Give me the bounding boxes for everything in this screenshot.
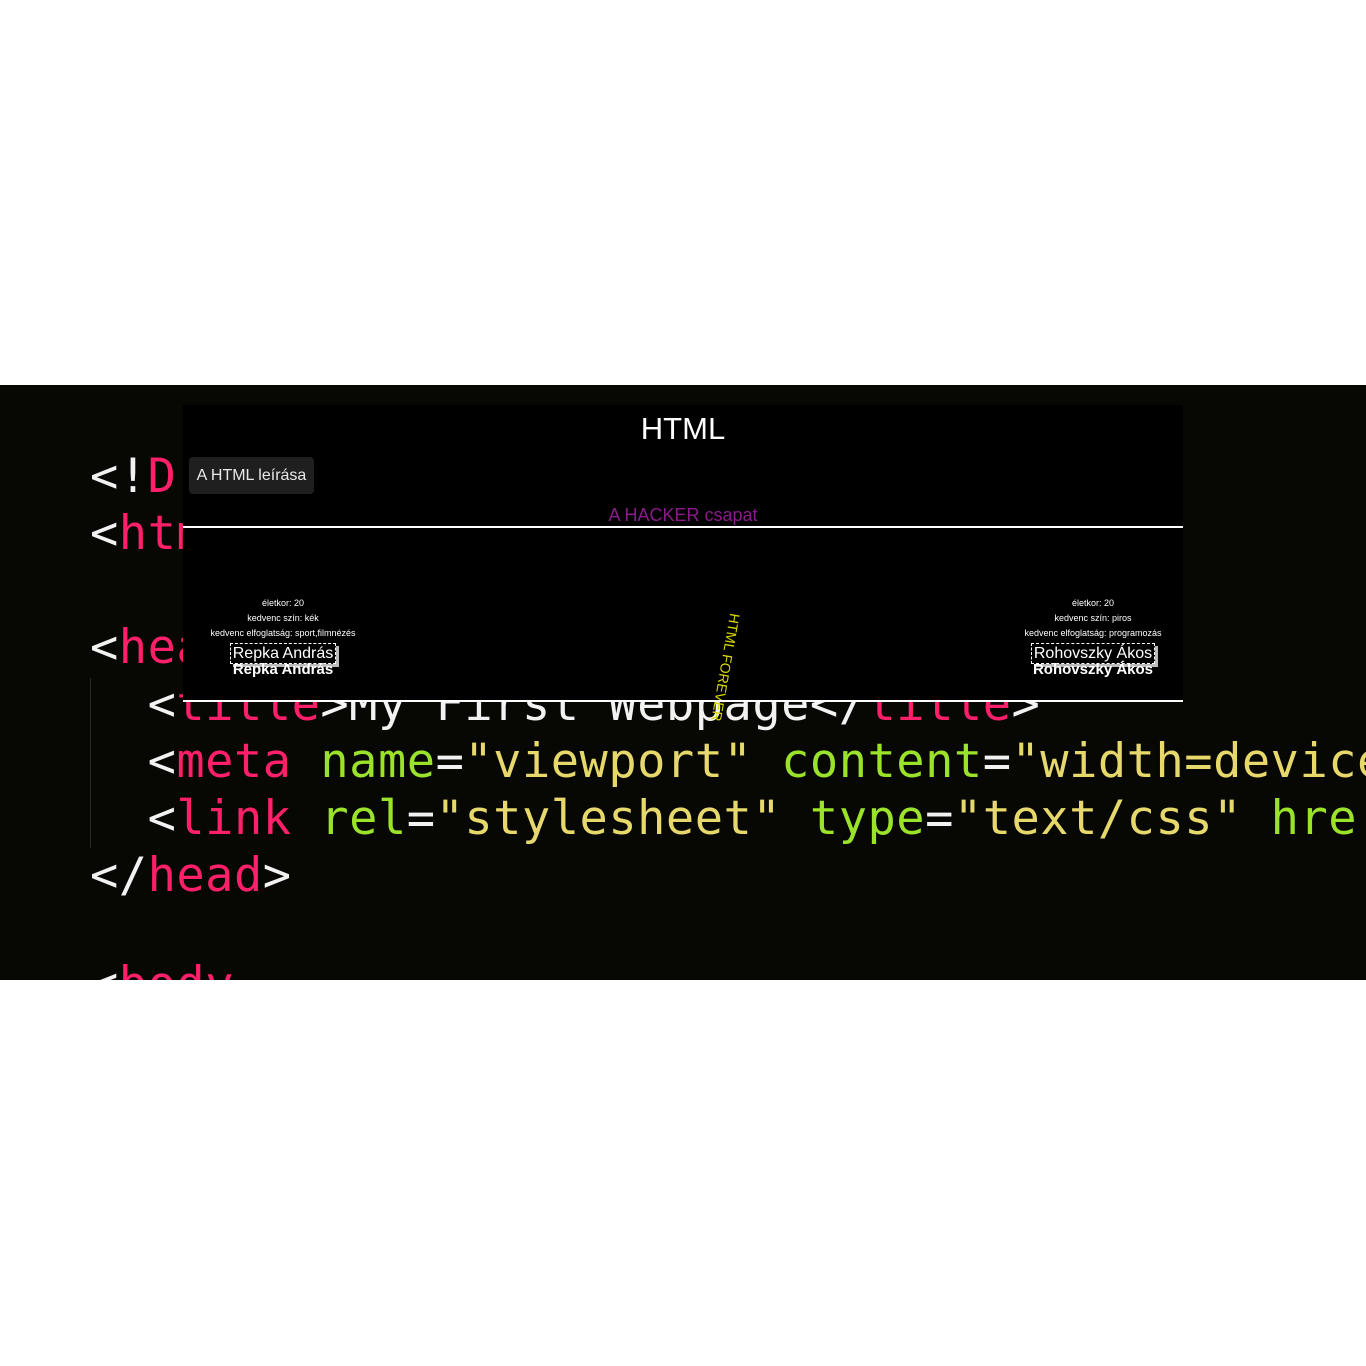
code-token: =: [925, 791, 954, 846]
code-token: head: [147, 848, 263, 903]
code-line-meta: <meta name="viewport" content="width=dev…: [90, 733, 1366, 790]
code-token: </: [90, 848, 148, 903]
code-token: hre: [1270, 791, 1358, 846]
member-card: életkor: 20 kedvenc szín: kék kedvenc el…: [198, 596, 368, 678]
code-token: "text/css": [953, 791, 1242, 846]
code-token: "stylesheet": [435, 791, 782, 846]
code-token: "viewport": [464, 734, 753, 789]
divider: [183, 526, 1183, 528]
code-token: meta: [176, 734, 292, 789]
code-token: rel: [320, 791, 407, 846]
code-line-body: <body: [90, 956, 234, 980]
code-token: <!: [90, 449, 148, 504]
team-title: A HACKER csapat: [608, 505, 758, 525]
member-card: életkor: 20 kedvenc szín: piros kedvenc …: [1008, 596, 1178, 678]
code-token: <: [90, 957, 119, 980]
content-panel: HTML A HTML leírása A HACKER csapat élet…: [183, 405, 1183, 722]
code-token: name: [320, 734, 436, 789]
member-name: Rohovszky Ákos: [1032, 661, 1154, 678]
code-token: "width=device: [1011, 734, 1366, 789]
code-line-link: <link rel="stylesheet" type="text/css" h…: [90, 790, 1357, 847]
member-hobby: kedvenc elfoglatság: sport,filmnézés: [210, 628, 356, 638]
page-title: HTML: [640, 411, 726, 446]
code-token: <: [90, 677, 177, 732]
code-line-doctype: <!D: [90, 448, 176, 505]
member-hobby: kedvenc elfoglatság: programozás: [1024, 628, 1162, 638]
code-line-head-close: </head>: [90, 847, 292, 904]
code-token: =: [435, 734, 465, 789]
code-token: <: [90, 620, 119, 675]
divider: [183, 700, 1183, 702]
code-token: body: [119, 957, 234, 980]
code-token: content: [781, 734, 983, 789]
member-name: Repka András: [232, 661, 334, 678]
code-token: =: [982, 734, 1012, 789]
code-token: =: [406, 791, 436, 846]
code-token: <: [90, 734, 177, 789]
member-age: életkor: 20: [261, 598, 305, 608]
member-favorite-color: kedvenc szín: kék: [247, 613, 319, 623]
code-token: type: [809, 791, 926, 846]
code-token: link: [176, 791, 292, 846]
member-favorite-color: kedvenc szín: piros: [1054, 613, 1132, 623]
code-token: <: [90, 506, 119, 561]
member-age: életkor: 20: [1071, 598, 1115, 608]
code-token: >: [262, 848, 292, 903]
html-description-button[interactable]: A HTML leírása: [189, 457, 314, 494]
code-token: D: [147, 449, 177, 504]
code-token: <: [90, 791, 177, 846]
